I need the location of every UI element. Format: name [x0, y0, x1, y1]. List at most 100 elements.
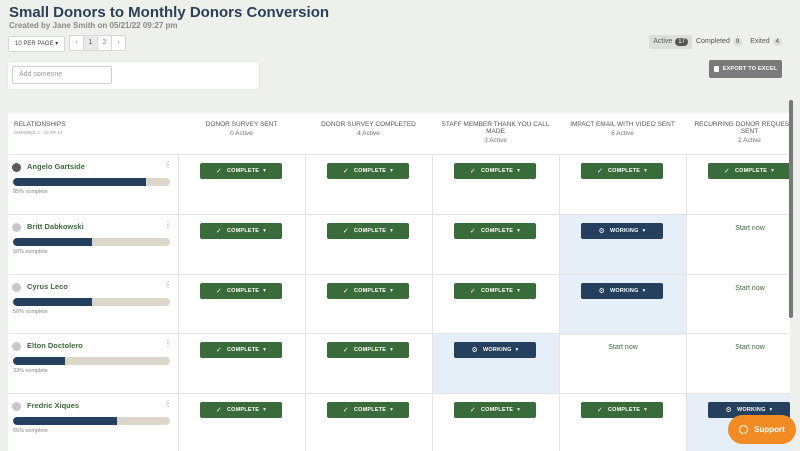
column-header: STAFF MEMBER THANK YOU CALL MADE 3 Active: [432, 113, 559, 154]
status-label: WORKING: [736, 407, 766, 413]
person-name-link[interactable]: Cyrus Leco: [27, 282, 68, 291]
avatar: [12, 223, 21, 232]
status-label: COMPLETE: [226, 288, 260, 294]
stage-cell: ✓ COMPLETE ▾: [432, 155, 559, 215]
gears-icon: ⚙: [598, 288, 605, 295]
start-now-link[interactable]: Start now: [687, 344, 790, 351]
person-name-link[interactable]: Britt Dabkowski: [27, 222, 84, 231]
person-cell: Fredric Xiques ⋮ 66% complete: [8, 394, 178, 451]
add-someone-input[interactable]: Add someone: [12, 66, 112, 84]
check-icon: ✓: [215, 168, 222, 175]
chevron-down-icon: ▾: [517, 168, 521, 174]
page-2-button[interactable]: 2: [97, 35, 112, 51]
status-label: COMPLETE: [607, 407, 641, 413]
check-icon: ✓: [596, 168, 603, 175]
chevron-down-icon: ▾: [517, 407, 521, 413]
stage-cell: Start now: [686, 334, 790, 394]
chevron-down-icon: ▾: [642, 228, 646, 234]
complete-status-button[interactable]: ✓ COMPLETE ▾: [200, 342, 282, 358]
column-title: RECURRING DONOR REQUEST EM SENT: [694, 121, 790, 135]
progress-percent: 50% complete: [13, 249, 48, 255]
person-cell: Cyrus Leco ⋮ 50% complete: [8, 275, 178, 335]
complete-status-button[interactable]: ✓ COMPLETE ▾: [327, 342, 409, 358]
person-name-link[interactable]: Elton Doctolero: [27, 341, 83, 350]
column-header: DONOR SURVEY COMPLETED 4 Active: [305, 113, 432, 154]
status-label: WORKING: [609, 288, 639, 294]
complete-status-button[interactable]: ✓ COMPLETE ▾: [327, 402, 409, 418]
person-name-link[interactable]: Angelo Gartside: [27, 162, 85, 171]
progress-bar: [13, 357, 170, 365]
start-now-link[interactable]: Start now: [687, 285, 790, 292]
stage-cell: ✓ COMPLETE ▾: [178, 334, 305, 394]
page-1-button[interactable]: 1: [83, 35, 98, 51]
more-options-icon[interactable]: ⋮: [164, 160, 172, 169]
more-options-icon[interactable]: ⋮: [164, 339, 172, 348]
chevron-down-icon: ▾: [515, 347, 519, 353]
complete-status-button[interactable]: ✓ COMPLETE ▾: [200, 163, 282, 179]
table-row: Angelo Gartside ⋮ 85% complete ✓ COMPLETE ▾ ✓ C…: [8, 154, 790, 215]
check-icon: ✓: [723, 168, 730, 175]
status-label: COMPLETE: [353, 407, 387, 413]
per-page-dropdown[interactable]: 10 PER PAGE ▾: [8, 36, 66, 52]
stage-cell: ⚙ WORKING ▾: [559, 215, 686, 275]
more-options-icon[interactable]: ⋮: [164, 220, 172, 229]
complete-status-button[interactable]: ✓ COMPLETE ▾: [454, 402, 536, 418]
filter-active[interactable]: Active 17: [649, 35, 692, 49]
relationships-header: RELATIONSHIPS SHOWING 1 - 10 OF 17: [14, 121, 66, 135]
more-options-icon[interactable]: ⋮: [164, 399, 172, 408]
complete-status-button[interactable]: ✓ COMPLETE ▾: [200, 223, 282, 239]
start-now-link[interactable]: Start now: [687, 225, 790, 232]
progress-fill: [13, 298, 92, 306]
filter-exited[interactable]: Exited 4: [746, 35, 786, 49]
complete-status-button[interactable]: ✓ COMPLETE ▾: [200, 283, 282, 299]
complete-status-button[interactable]: ✓ COMPLETE ▾: [454, 283, 536, 299]
stage-cell: ⚙ WORKING ▾: [432, 334, 559, 394]
status-label: COMPLETE: [226, 407, 260, 413]
more-options-icon[interactable]: ⋮: [164, 280, 172, 289]
complete-status-button[interactable]: ✓ COMPLETE ▾: [327, 223, 409, 239]
working-status-button[interactable]: ⚙ WORKING ▾: [454, 342, 536, 358]
stage-cell: ✓ COMPLETE ▾: [305, 215, 432, 275]
support-button[interactable]: Support: [728, 415, 796, 444]
complete-status-button[interactable]: ✓ COMPLETE ▾: [581, 402, 663, 418]
complete-status-button[interactable]: ✓ COMPLETE ▾: [708, 163, 790, 179]
chevron-down-icon: ▾: [769, 407, 773, 413]
person-name-link[interactable]: Fredric Xiques: [27, 401, 79, 410]
complete-status-button[interactable]: ✓ COMPLETE ▾: [581, 163, 663, 179]
vertical-scrollbar[interactable]: [789, 100, 793, 318]
complete-status-button[interactable]: ✓ COMPLETE ▾: [454, 223, 536, 239]
chevron-down-icon: ▾: [390, 168, 394, 174]
gears-icon: ⚙: [598, 228, 605, 235]
filter-exited-count: 4: [772, 38, 782, 46]
export-to-excel-button[interactable]: EXPORT TO EXCEL: [709, 60, 782, 78]
progress-bar: [13, 238, 170, 246]
stage-cell: Start now: [686, 215, 790, 275]
stage-cell: ✓ COMPLETE ▾: [432, 215, 559, 275]
complete-status-button[interactable]: ✓ COMPLETE ▾: [327, 283, 409, 299]
status-label: COMPLETE: [353, 168, 387, 174]
filter-completed[interactable]: Completed 9: [692, 35, 746, 49]
status-label: COMPLETE: [353, 288, 387, 294]
status-label: COMPLETE: [226, 347, 260, 353]
next-page-button[interactable]: ›: [111, 35, 126, 51]
working-status-button[interactable]: ⚙ WORKING ▾: [581, 223, 663, 239]
relationships-title: RELATIONSHIPS: [14, 121, 66, 128]
column-active-count: 2 Active: [738, 137, 761, 144]
check-icon: ✓: [469, 228, 476, 235]
table-row: Elton Doctolero ⋮ 33% complete ✓ COMPLETE ▾ ✓ C…: [8, 333, 790, 394]
complete-status-button[interactable]: ✓ COMPLETE ▾: [200, 402, 282, 418]
complete-status-button[interactable]: ✓ COMPLETE ▾: [454, 163, 536, 179]
chevron-down-icon: ▾: [771, 168, 775, 174]
start-now-link[interactable]: Start now: [560, 344, 686, 351]
stage-cell: ✓ COMPLETE ▾: [178, 275, 305, 335]
status-label: COMPLETE: [480, 407, 514, 413]
check-icon: ✓: [215, 288, 222, 295]
stage-cell: Start now: [559, 334, 686, 394]
gears-icon: ⚙: [471, 347, 478, 354]
working-status-button[interactable]: ⚙ WORKING ▾: [581, 283, 663, 299]
prev-page-button[interactable]: ‹: [69, 35, 84, 51]
column-active-count: 4 Active: [357, 130, 380, 137]
complete-status-button[interactable]: ✓ COMPLETE ▾: [327, 163, 409, 179]
table-row: Britt Dabkowski ⋮ 50% complete ✓ COMPLETE ▾ ✓ C…: [8, 214, 790, 275]
status-label: COMPLETE: [226, 168, 260, 174]
